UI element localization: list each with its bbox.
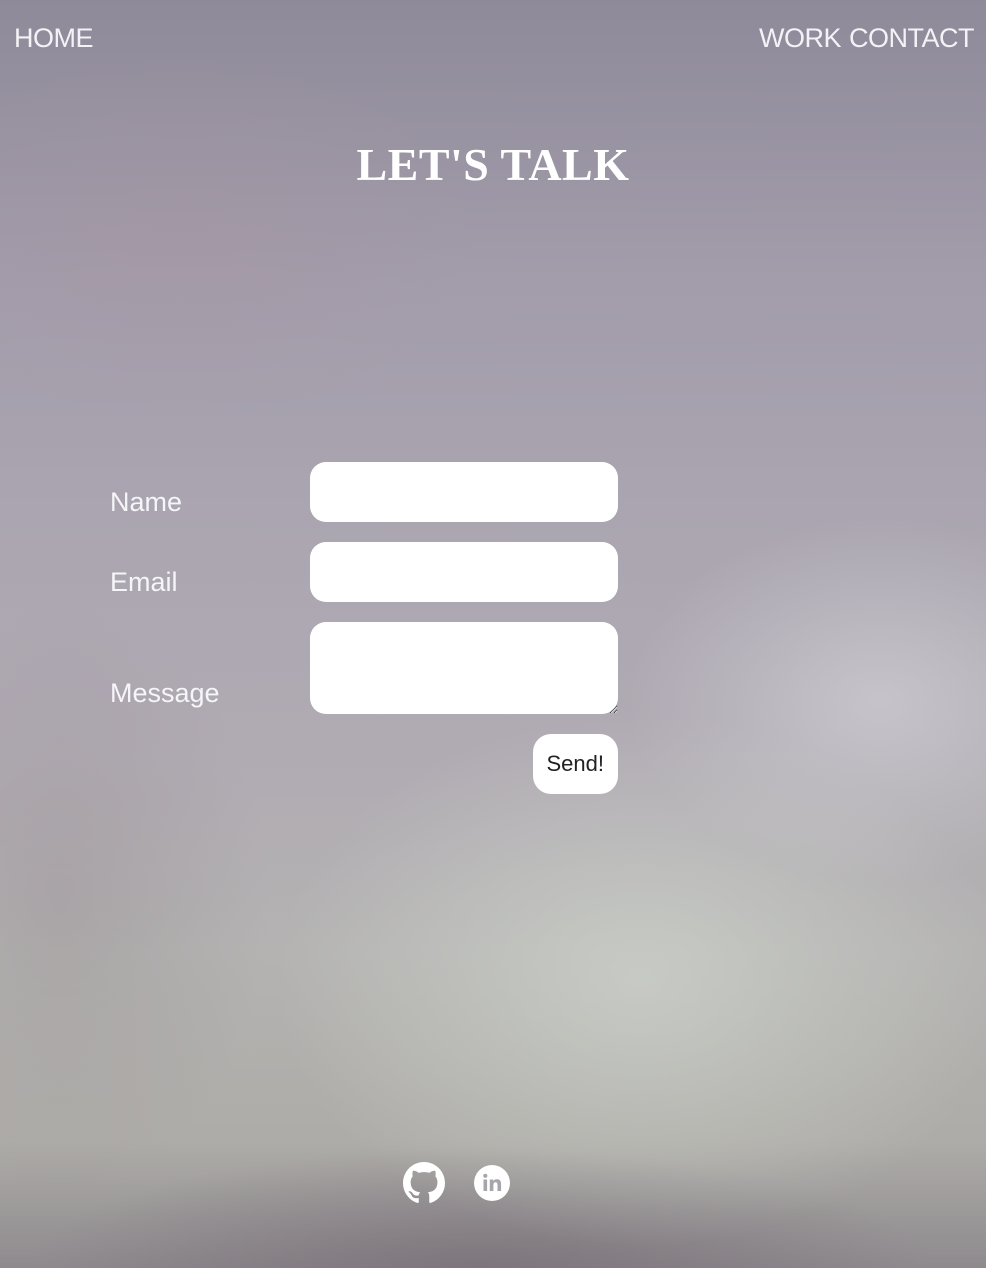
send-button[interactable]: Send! [532,734,618,794]
message-label: Message [110,678,220,708]
page-title: LET'S TALK [356,139,630,190]
nav-work-link[interactable]: WORK [759,23,842,54]
name-row: Name [110,462,618,522]
email-input[interactable] [310,542,618,602]
social-links [403,1162,511,1204]
email-label: Email [110,566,178,597]
nav-contact-link[interactable]: CONTACT [849,23,975,54]
name-input[interactable] [310,462,618,522]
contact-form: Name Email Message Send! [110,462,618,794]
message-row: Message [110,622,618,714]
github-link[interactable] [403,1162,445,1204]
form-actions: Send! [110,734,618,794]
name-label: Name [110,486,183,517]
email-row: Email [110,542,618,602]
github-icon [403,1162,445,1203]
linkedin-link[interactable] [473,1164,511,1202]
message-textarea[interactable] [310,622,618,714]
top-nav: HOME WORK CONTACT [14,18,975,58]
nav-right-group: WORK CONTACT [759,23,975,54]
linkedin-icon [474,1165,510,1201]
nav-home-link[interactable]: HOME [14,23,94,54]
